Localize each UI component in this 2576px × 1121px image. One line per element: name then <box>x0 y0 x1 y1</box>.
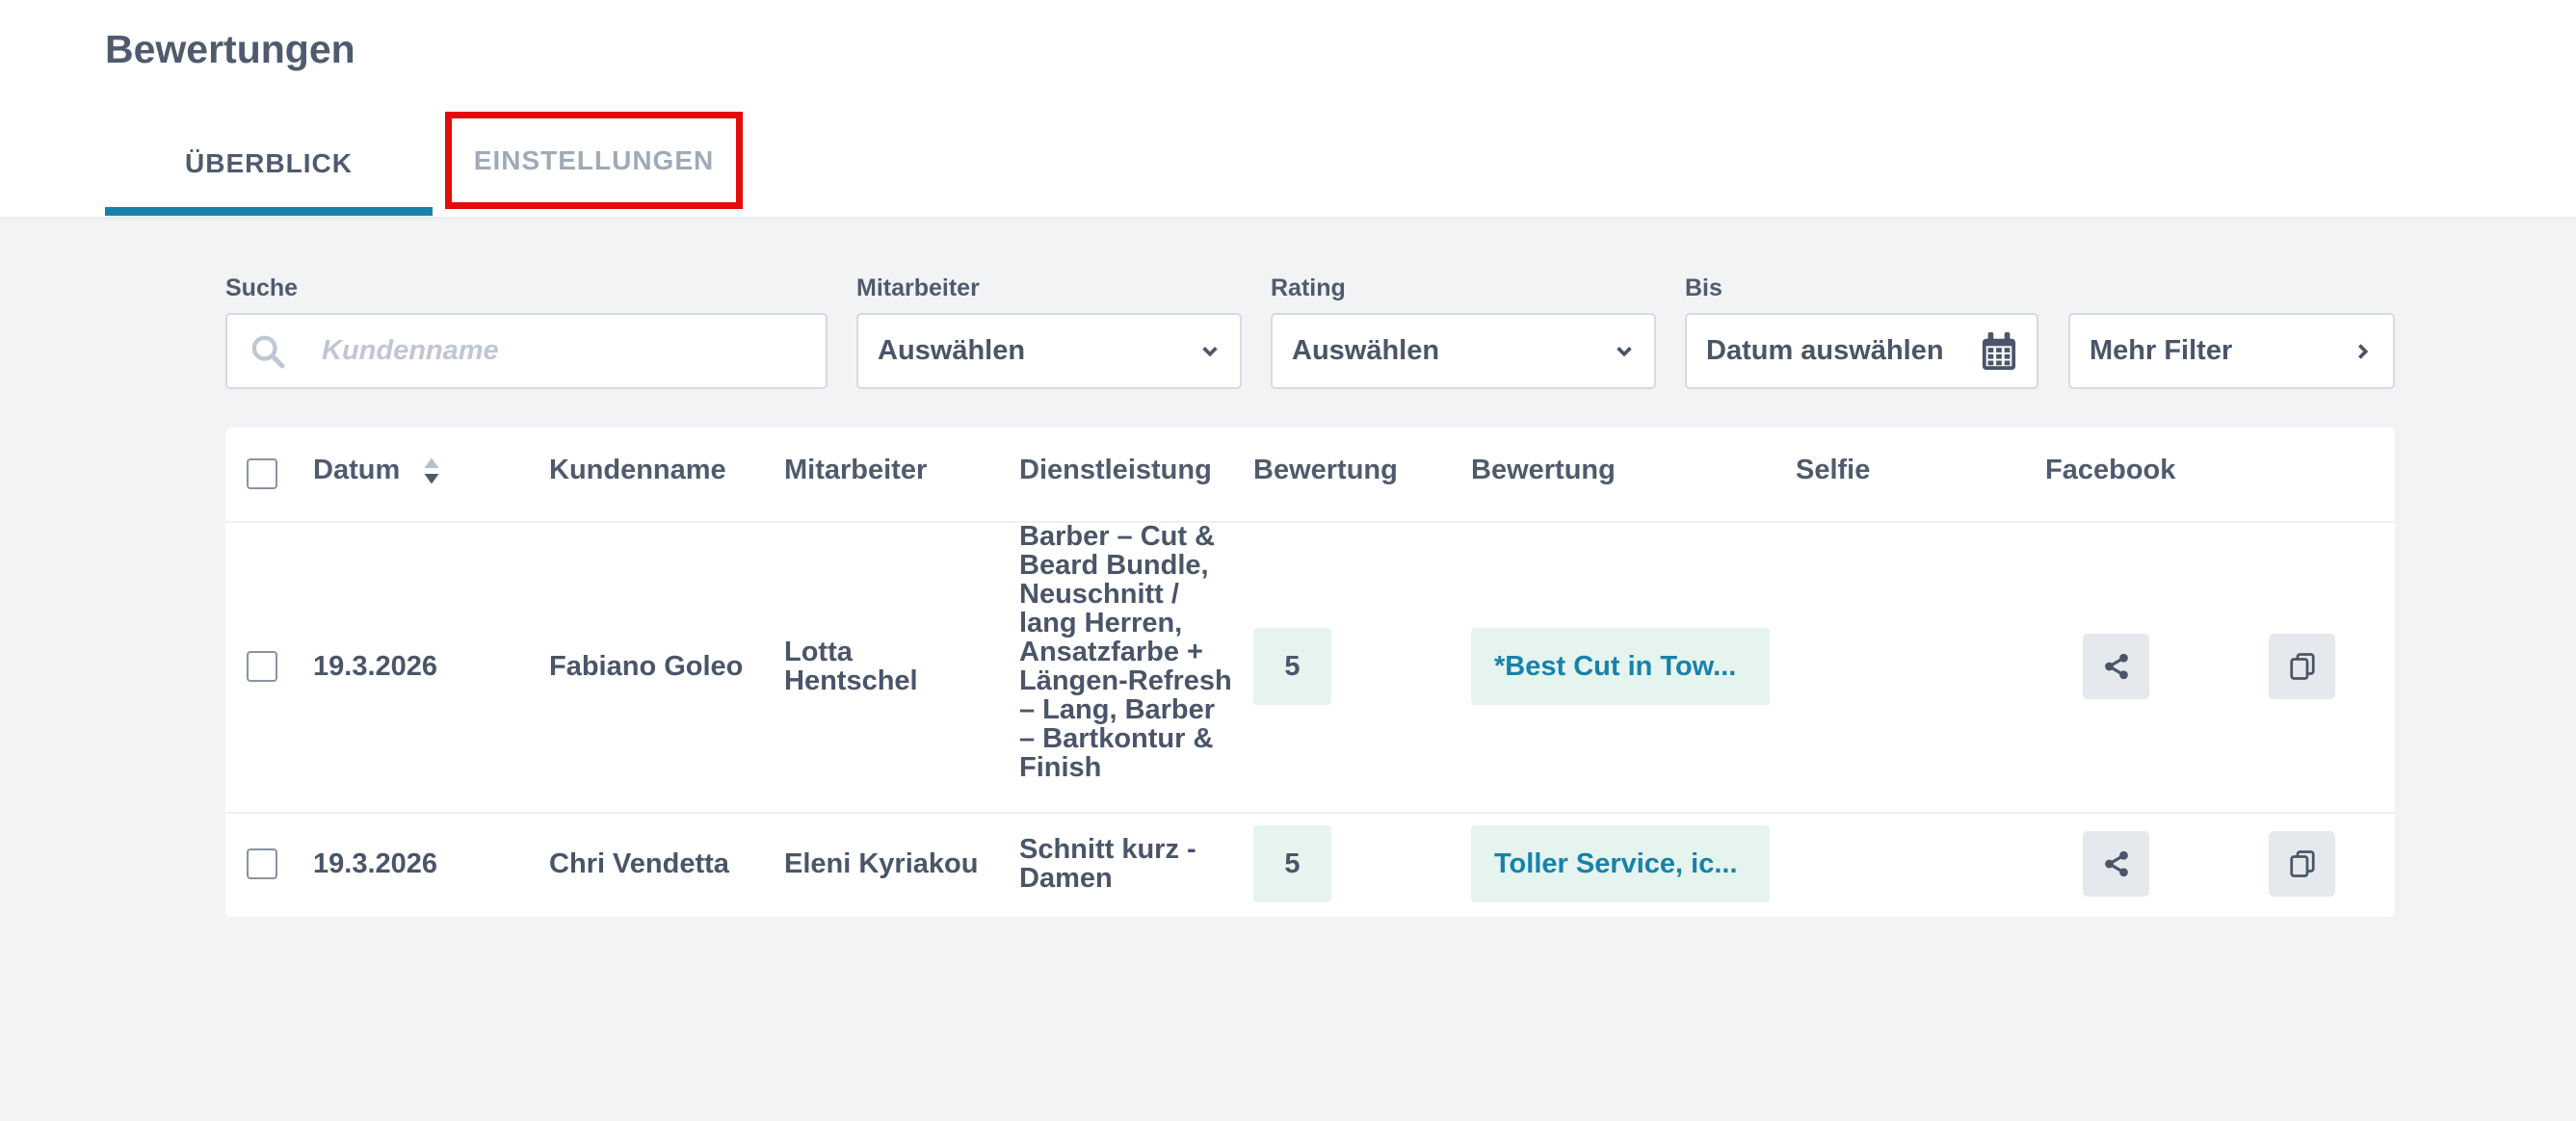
share-button[interactable] <box>2083 831 2149 897</box>
employee-select[interactable]: Auswählen <box>856 313 1242 389</box>
column-header-rating: Bewertung <box>1253 455 1398 485</box>
row-divider <box>225 521 2395 523</box>
chevron-down-icon <box>1202 346 1218 356</box>
column-header-employee: Mitarbeiter <box>784 455 928 485</box>
chevron-right-icon <box>2358 343 2369 359</box>
copy-button[interactable] <box>2269 831 2335 897</box>
row-service: Schnitt kurz - Damen <box>1019 834 1196 894</box>
column-header-service: Dienstleistung <box>1019 455 1212 485</box>
rating-filter-label: Rating <box>1271 274 1346 301</box>
search-label: Suche <box>225 274 299 301</box>
rating-badge: 5 <box>1253 825 1331 902</box>
copy-button[interactable] <box>2269 634 2335 699</box>
share-button[interactable] <box>2083 634 2149 699</box>
column-header-date-label: Datum <box>313 455 401 485</box>
rating-select[interactable]: Auswählen <box>1271 313 1656 389</box>
employee-filter-label: Mitarbeiter <box>856 274 980 301</box>
employee-select-value: Auswählen <box>878 335 1026 366</box>
calendar-icon <box>1982 331 2016 370</box>
select-all-checkbox[interactable] <box>247 458 277 489</box>
row-divider <box>225 812 2395 814</box>
more-filters-button[interactable]: Mehr Filter <box>2068 313 2395 389</box>
column-header-selfie: Selfie <box>1796 455 1871 485</box>
more-filters-label: Mehr Filter <box>2090 335 2233 366</box>
copy-icon <box>2289 653 2315 680</box>
column-header-date[interactable]: Datum <box>313 455 440 486</box>
search-field[interactable] <box>225 313 828 389</box>
tab-settings[interactable]: EINSTELLUNGEN <box>445 112 743 209</box>
until-filter-label: Bis <box>1685 274 1722 301</box>
rating-badge: 5 <box>1253 628 1331 705</box>
row-employee: Lotta Hentschel <box>784 637 918 696</box>
column-header-facebook: Facebook <box>2045 455 2176 485</box>
review-comment-badge[interactable]: Toller Service, ic... <box>1471 825 1770 902</box>
copy-icon <box>2289 850 2315 877</box>
row-service: Barber – Cut & Beard Bundle, Neuschnitt … <box>1019 521 1232 783</box>
chevron-down-icon <box>1617 346 1632 356</box>
column-header-review: Bewertung <box>1471 455 1616 485</box>
search-input[interactable] <box>322 335 784 367</box>
share-icon <box>2104 653 2128 680</box>
row-date: 19.3.2026 <box>313 848 438 879</box>
search-icon <box>251 335 285 368</box>
date-picker-value: Datum auswählen <box>1706 335 1944 366</box>
tab-overview[interactable]: ÜBERBLICK <box>105 112 433 216</box>
row-checkbox[interactable] <box>247 848 277 879</box>
row-employee: Eleni Kyriakou <box>784 848 979 879</box>
sort-icon[interactable] <box>423 456 440 485</box>
column-header-customer: Kundenname <box>549 455 726 485</box>
review-comment-badge[interactable]: *Best Cut in Tow... <box>1471 628 1770 705</box>
row-checkbox[interactable] <box>247 651 277 682</box>
date-picker[interactable]: Datum auswählen <box>1685 313 2038 389</box>
row-date: 19.3.2026 <box>313 651 438 682</box>
row-customer: Fabiano Goleo <box>549 651 744 682</box>
share-icon <box>2104 850 2128 877</box>
row-customer: Chri Vendetta <box>549 848 729 879</box>
page-title: Bewertungen <box>105 27 355 71</box>
rating-select-value: Auswählen <box>1292 335 1440 366</box>
